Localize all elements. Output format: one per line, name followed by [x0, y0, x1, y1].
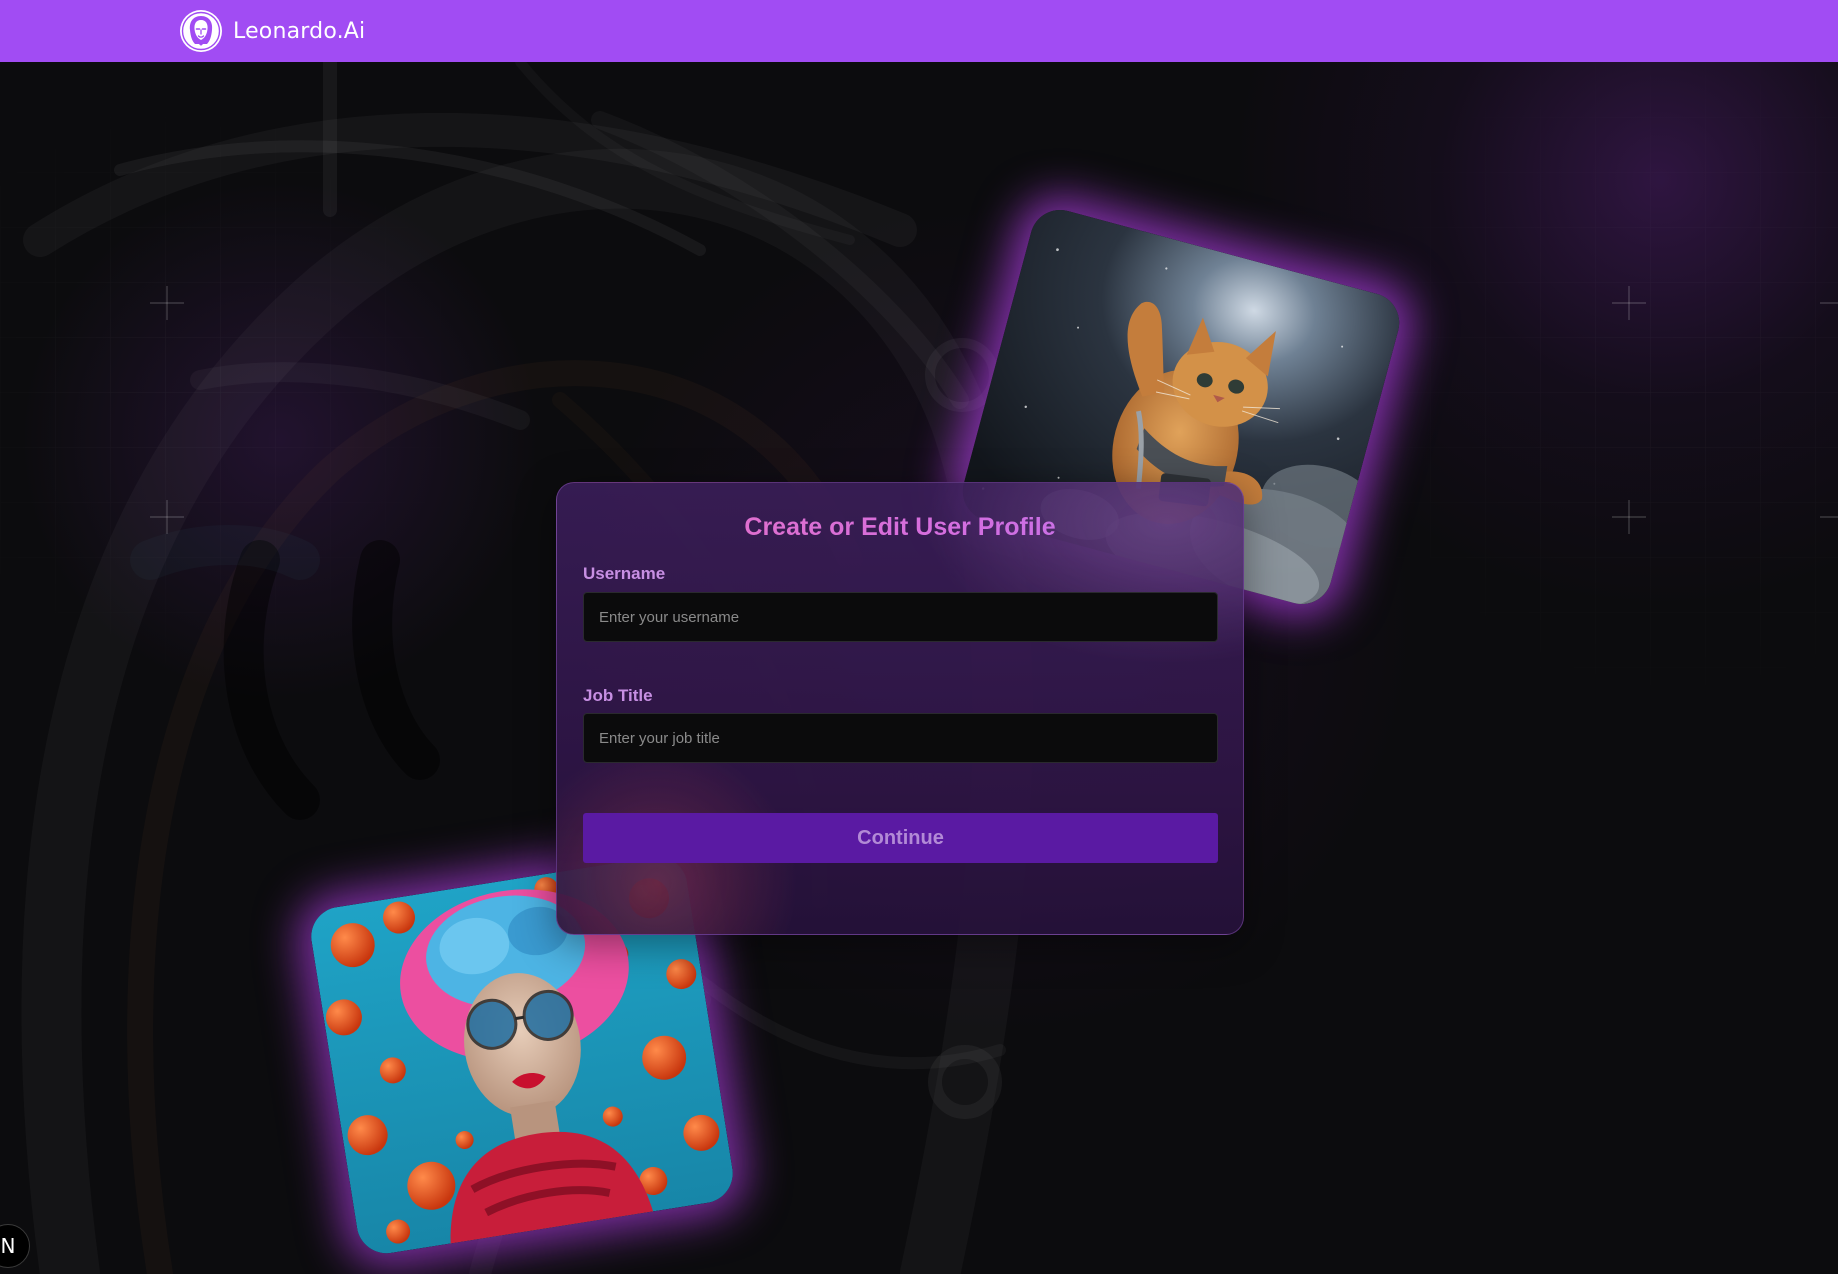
brand-home-link[interactable]: Leonardo.Ai — [179, 7, 365, 55]
form-title: Create or Edit User Profile — [557, 513, 1243, 542]
top-bar: Leonardo.Ai — [0, 0, 1838, 62]
brand-name: Leonardo.Ai — [233, 18, 366, 44]
leonardo-logo-icon — [180, 10, 222, 52]
username-label: Username — [583, 564, 666, 583]
corner-badge-label: N — [0, 1234, 16, 1258]
username-input[interactable] — [583, 592, 1218, 642]
continue-button[interactable]: Continue — [583, 813, 1218, 863]
profile-page: Leonardo.Ai Create or Edit User Profile … — [0, 0, 1838, 1274]
profile-form-card: Create or Edit User Profile Username Job… — [556, 482, 1244, 935]
job-title-label: Job Title — [583, 686, 653, 705]
job-title-input[interactable] — [583, 713, 1218, 763]
